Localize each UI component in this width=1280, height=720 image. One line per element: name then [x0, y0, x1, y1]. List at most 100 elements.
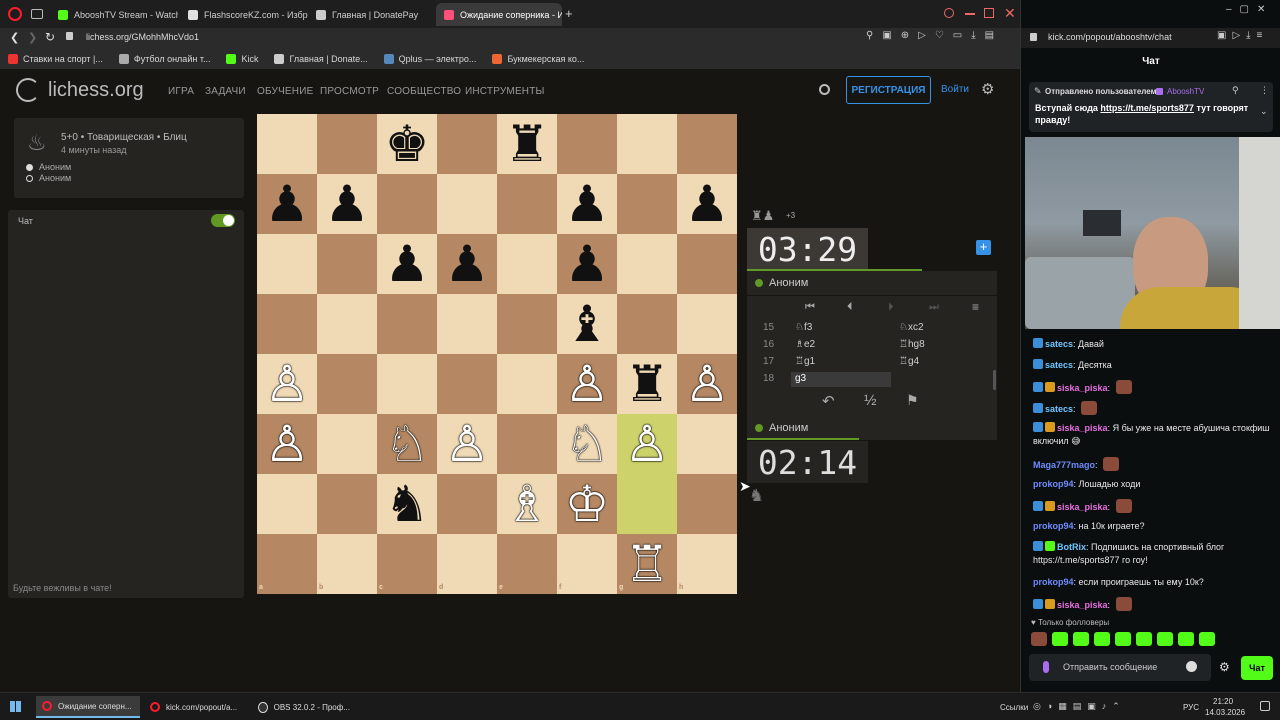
piece-f4[interactable]: ♙: [557, 354, 617, 414]
windows-start-icon[interactable]: [10, 701, 21, 712]
square-d8[interactable]: [437, 114, 497, 174]
chat-username[interactable]: satecs: [1045, 360, 1073, 370]
nav-play[interactable]: ИГРА: [168, 86, 194, 97]
square-g2[interactable]: [617, 474, 677, 534]
square-a5[interactable]: [257, 294, 317, 354]
bookmark-item[interactable]: Ставки на спорт |...: [8, 53, 103, 64]
piece-c2[interactable]: ♞: [377, 474, 437, 534]
square-d7[interactable]: [437, 174, 497, 234]
square-b8[interactable]: [317, 114, 377, 174]
emote-icon[interactable]: [1031, 632, 1047, 646]
piece-a3[interactable]: ♙: [257, 414, 317, 474]
piece-g3[interactable]: ♙: [617, 414, 677, 474]
square-h3[interactable]: [677, 414, 737, 474]
links-label[interactable]: Ссылки: [1000, 703, 1028, 712]
piece-b7[interactable]: ♟: [317, 174, 377, 234]
bookmark-item[interactable]: Qplus — электро...: [383, 53, 476, 64]
first-move-icon[interactable]: ⏮: [805, 301, 815, 314]
square-a2[interactable]: [257, 474, 317, 534]
square-d4[interactable]: [437, 354, 497, 414]
square-b1[interactable]: [317, 534, 377, 594]
chess-board[interactable]: 8 7 6 5 4 3 2 1 a b c d e f g h ♚ ♜ ♟ ♟ ♟ ♟ ♟ ♟ ♟ ♝ ♙ ♙ ♜ ♙ ♙ ♘ ♙ ♘ ♙ ♞ ♗ ♔ ♖: [257, 114, 737, 594]
back-icon[interactable]: ❮: [10, 31, 19, 44]
bookmark-item[interactable]: Kick: [226, 53, 258, 64]
square-f1[interactable]: [557, 534, 617, 594]
square-g6[interactable]: [617, 234, 677, 294]
piece-a7[interactable]: ♟: [257, 174, 317, 234]
piece-g1[interactable]: ♖: [617, 534, 677, 594]
white-player-name[interactable]: Аноним: [39, 162, 71, 172]
clock-date[interactable]: 14.03.2026: [1205, 708, 1245, 717]
player-bottom-name[interactable]: Аноним: [769, 422, 808, 434]
chat-username[interactable]: siska_piska: [1057, 383, 1108, 393]
bookmark-item[interactable]: Футбол онлайн т...: [118, 53, 210, 64]
square-e7[interactable]: [497, 174, 557, 234]
square-e5[interactable]: [497, 294, 557, 354]
chat-username[interactable]: prokop94: [1033, 577, 1074, 587]
taskbar-opera-kick[interactable]: kick.com/popout/a...: [144, 696, 248, 718]
square-h1[interactable]: [677, 534, 737, 594]
piece-c3[interactable]: ♘: [377, 414, 437, 474]
notifications-icon[interactable]: [1260, 701, 1270, 711]
move-black[interactable]: ♘xc2: [899, 322, 924, 333]
square-a1[interactable]: [257, 534, 317, 594]
emote-icon[interactable]: [1073, 632, 1089, 646]
piece-f5[interactable]: ♝: [557, 294, 617, 354]
close-window-button[interactable]: ✕: [1004, 5, 1016, 22]
piece-d3[interactable]: ♙: [437, 414, 497, 474]
square-b4[interactable]: [317, 354, 377, 414]
login-link[interactable]: Войти: [941, 84, 969, 95]
tray-icons[interactable]: ◎◑▦▤▣♪⌃: [1033, 701, 1126, 712]
piece-f6[interactable]: ♟: [557, 234, 617, 294]
clock-time[interactable]: 21:20: [1213, 697, 1233, 706]
lichess-logo-icon[interactable]: [16, 78, 40, 102]
menu-icon[interactable]: ≡: [972, 300, 979, 314]
chat-username[interactable]: siska_piska: [1057, 600, 1108, 610]
square-f8[interactable]: [557, 114, 617, 174]
add-time-button[interactable]: +: [976, 240, 991, 255]
next-move-icon[interactable]: ⏵: [888, 301, 894, 314]
pinned-more-icon[interactable]: ⋮: [1260, 85, 1269, 96]
emote-icon[interactable]: [1157, 632, 1173, 646]
tab-lichess-active[interactable]: Ожидание соперника - И: [436, 3, 562, 26]
tab-donatepay[interactable]: Главная | DonatePay: [308, 3, 436, 26]
taskbar-opera-lichess[interactable]: Ожидание соперн...: [36, 696, 140, 718]
move-white[interactable]: ♗e2: [795, 339, 815, 350]
move-white-current[interactable]: g3: [795, 373, 806, 384]
emote-icon[interactable]: [1115, 632, 1131, 646]
chat-input-box[interactable]: Отправить сообщение: [1029, 654, 1211, 681]
square-d1[interactable]: [437, 534, 497, 594]
move-list-scrollbar[interactable]: [993, 370, 996, 390]
square-e4[interactable]: [497, 354, 557, 414]
emote-icon[interactable]: [1052, 632, 1068, 646]
pinned-by-user[interactable]: AbooshTV: [1167, 87, 1204, 96]
offer-draw-button[interactable]: ½: [864, 392, 877, 409]
reload-icon[interactable]: ↻: [45, 30, 55, 44]
register-button[interactable]: РЕГИСТРАЦИЯ: [846, 76, 931, 104]
square-c5[interactable]: [377, 294, 437, 354]
send-chat-button[interactable]: Чат: [1241, 656, 1273, 680]
chat-username[interactable]: siska_piska: [1057, 423, 1108, 433]
mic-icon[interactable]: [1043, 661, 1049, 673]
square-c7[interactable]: [377, 174, 437, 234]
gear-icon[interactable]: ⚙: [981, 80, 994, 98]
chat-username[interactable]: prokop94: [1033, 479, 1074, 489]
square-d5[interactable]: [437, 294, 497, 354]
site-logo[interactable]: lichess.org: [48, 79, 144, 102]
right-toolbar-icons[interactable]: ▣▷⤓≡: [1217, 30, 1268, 41]
piece-d6[interactable]: ♟: [437, 234, 497, 294]
forward-icon[interactable]: ❯: [28, 31, 37, 44]
piece-g4[interactable]: ♜: [617, 354, 677, 414]
move-white[interactable]: ♘f3: [795, 322, 812, 333]
bookmark-item[interactable]: Букмекерская ко...: [492, 53, 584, 64]
move-black[interactable]: ♖g4: [899, 356, 919, 367]
unpin-icon[interactable]: ⚲: [1232, 85, 1239, 96]
square-a8[interactable]: [257, 114, 317, 174]
player-top-name[interactable]: Аноним: [769, 277, 808, 289]
pinned-link[interactable]: https://t.me/sports877: [1100, 103, 1194, 113]
workspaces-icon[interactable]: [31, 9, 43, 19]
square-g7[interactable]: [617, 174, 677, 234]
emote-icon[interactable]: [1136, 632, 1152, 646]
black-player-name[interactable]: Аноним: [39, 173, 71, 183]
right-url-field[interactable]: kick.com/popout/abooshtv/chat: [1048, 32, 1172, 42]
